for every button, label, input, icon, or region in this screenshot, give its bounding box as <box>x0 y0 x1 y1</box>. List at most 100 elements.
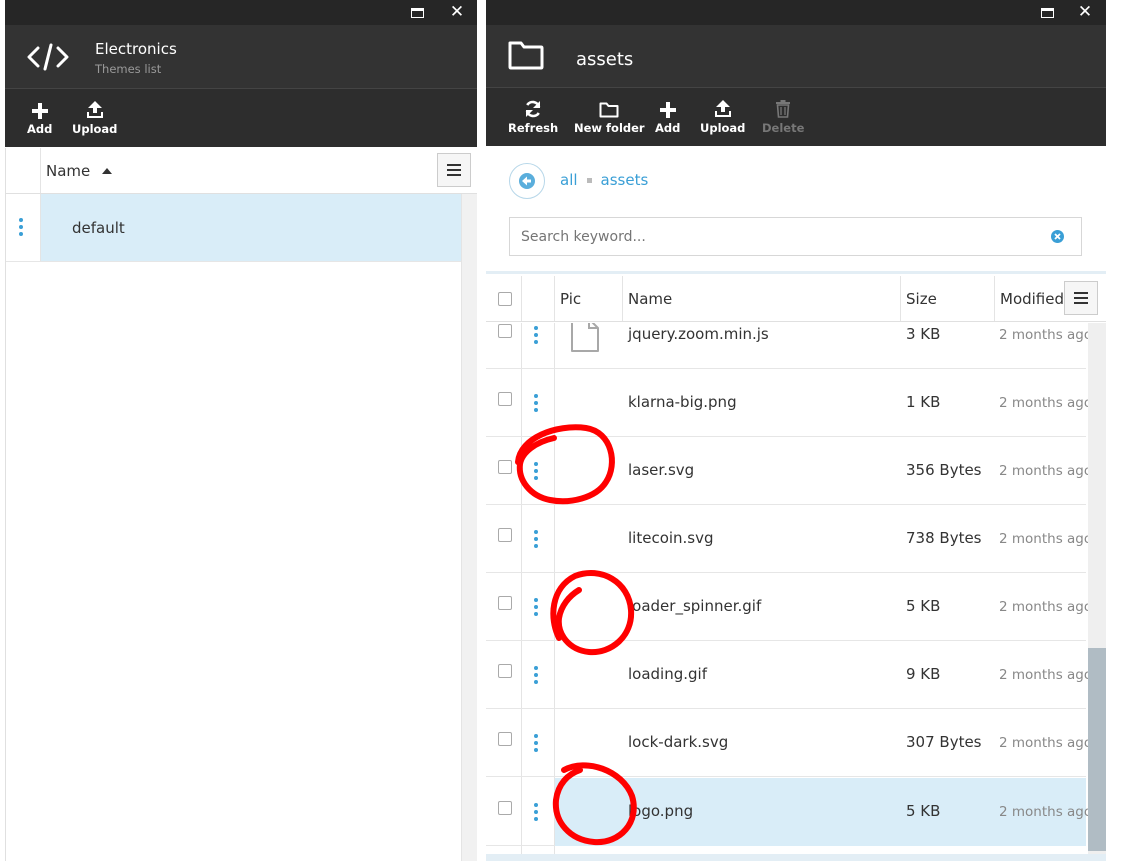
left-toolbar: Add Upload <box>5 88 477 147</box>
table-row[interactable]: klarna-big.png 1 KB 2 months ago <box>486 369 1088 437</box>
right-toolbar: Refresh New folder Add Upload Delete <box>486 87 1106 146</box>
column-divider <box>521 276 522 321</box>
table-row[interactable]: logo.png 5 KB 2 months ago <box>486 778 1088 846</box>
row-actions-icon[interactable] <box>534 666 538 684</box>
plus-icon <box>659 102 676 118</box>
row-checkbox[interactable] <box>498 392 512 406</box>
delete-label: Delete <box>762 121 805 135</box>
file-modified: 2 months ago <box>999 531 1088 547</box>
code-icon <box>27 43 69 71</box>
maximize-button[interactable] <box>405 0 429 25</box>
breadcrumb-assets[interactable]: assets <box>601 171 649 189</box>
row-checkbox[interactable] <box>498 664 512 678</box>
file-modified: 2 months ago <box>999 463 1088 479</box>
right-titlebar: ✕ <box>486 0 1106 25</box>
refresh-button[interactable]: Refresh <box>508 96 558 135</box>
refresh-label: Refresh <box>508 121 559 135</box>
file-modified: 2 months ago <box>999 735 1088 751</box>
breadcrumb: all assets <box>560 171 648 189</box>
upload-button[interactable]: Upload <box>72 97 117 136</box>
close-button[interactable]: ✕ <box>445 0 469 25</box>
scrollbar-thumb[interactable] <box>1088 648 1106 851</box>
breadcrumb-all[interactable]: all <box>560 171 578 189</box>
upload-button[interactable]: Upload <box>700 96 745 135</box>
column-header-name[interactable]: Name <box>628 276 672 322</box>
column-divider <box>554 276 555 321</box>
folder-title: assets <box>576 49 634 70</box>
column-name-label: Name <box>46 162 91 180</box>
file-size: 307 Bytes <box>906 733 982 751</box>
add-button[interactable]: Add <box>27 97 52 136</box>
column-header-size[interactable]: Size <box>906 276 937 322</box>
table-row[interactable]: jquery.zoom.min.js 3 KB 2 months ago <box>486 323 1088 369</box>
hamburger-icon <box>447 164 461 176</box>
row-actions-icon[interactable] <box>19 218 23 236</box>
file-manager-window: ✕ assets Refresh New folder Add Upload D… <box>486 0 1106 861</box>
row-checkbox[interactable] <box>498 528 512 542</box>
file-size: 3 KB <box>906 325 941 343</box>
row-actions-icon[interactable] <box>534 734 538 752</box>
file-modified: 2 months ago <box>999 395 1088 411</box>
close-icon: ✕ <box>449 2 465 22</box>
row-checkbox[interactable] <box>498 460 512 474</box>
table-row[interactable]: lock-dark.svg 307 Bytes 2 months ago <box>486 709 1088 777</box>
table-row[interactable]: litecoin.svg 738 Bytes 2 months ago <box>486 505 1088 573</box>
trash-icon <box>776 100 791 118</box>
delete-button[interactable]: Delete <box>762 96 804 135</box>
row-actions-icon[interactable] <box>534 803 538 821</box>
table-row[interactable]: loading.gif 9 KB 2 months ago <box>486 641 1088 709</box>
column-divider <box>40 194 41 261</box>
column-divider <box>40 148 41 193</box>
upload-icon <box>86 101 103 118</box>
clear-search-icon[interactable] <box>1051 230 1064 243</box>
grid-menu-button[interactable] <box>437 153 471 187</box>
row-actions-icon[interactable] <box>534 394 538 412</box>
file-icon <box>571 323 599 352</box>
upload-label: Upload <box>700 121 746 135</box>
add-label: Add <box>27 122 53 136</box>
folder-outline-icon <box>599 102 619 118</box>
row-actions-icon[interactable] <box>534 598 538 616</box>
refresh-icon <box>525 100 541 118</box>
file-modified: 2 months ago <box>999 804 1088 820</box>
column-divider <box>622 276 623 321</box>
table-row[interactable]: loader_spinner.gif 5 KB 2 months ago <box>486 573 1088 641</box>
row-actions-icon[interactable] <box>534 326 538 344</box>
file-name: logo.png <box>628 802 694 820</box>
search-input[interactable] <box>510 218 1040 255</box>
column-header-pic[interactable]: Pic <box>560 276 581 322</box>
table-row[interactable]: laser.svg 356 Bytes 2 months ago <box>486 437 1088 505</box>
add-button[interactable]: Add <box>655 96 680 135</box>
navigation-area: all assets <box>486 148 1106 274</box>
grid-menu-button[interactable] <box>1064 281 1098 315</box>
column-divider <box>900 276 901 321</box>
maximize-icon <box>1040 7 1054 18</box>
file-modified: 2 months ago <box>999 667 1088 683</box>
upload-label: Upload <box>72 122 118 136</box>
maximize-button[interactable] <box>1035 0 1059 25</box>
row-actions-icon[interactable] <box>534 462 538 480</box>
column-header-name[interactable]: Name <box>46 148 113 194</box>
close-icon: ✕ <box>1077 2 1093 22</box>
sort-asc-icon <box>102 168 113 174</box>
file-size: 5 KB <box>906 802 941 820</box>
file-size: 356 Bytes <box>906 461 982 479</box>
back-button[interactable] <box>509 163 545 199</box>
row-checkbox[interactable] <box>498 596 512 610</box>
row-actions-icon[interactable] <box>534 530 538 548</box>
scrollbar-track[interactable] <box>461 194 477 861</box>
left-header: Electronics Themes list <box>5 25 477 88</box>
new-folder-button[interactable]: New folder <box>574 96 645 135</box>
files-grid-header: Pic Name Size Modified <box>486 276 1106 322</box>
column-header-modified[interactable]: Modified <box>1000 276 1064 322</box>
app-title: Electronics <box>95 40 177 58</box>
close-button[interactable]: ✕ <box>1073 0 1097 25</box>
row-checkbox[interactable] <box>498 801 512 815</box>
row-checkbox[interactable] <box>498 732 512 746</box>
select-all-checkbox[interactable] <box>498 292 512 306</box>
table-row[interactable]: default <box>6 194 461 262</box>
search-box <box>509 217 1082 256</box>
scrollbar-track[interactable] <box>1088 323 1106 861</box>
file-name: klarna-big.png <box>628 393 737 411</box>
row-checkbox[interactable] <box>498 324 512 338</box>
